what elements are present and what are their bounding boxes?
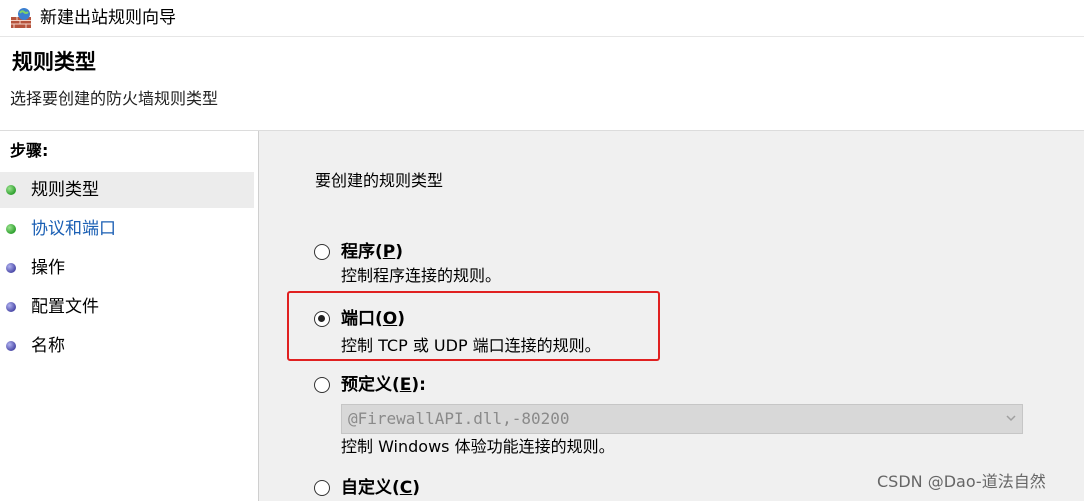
page-subtitle: 选择要创建的防火墙规则类型 <box>10 89 219 108</box>
step-label: 操作 <box>31 258 65 278</box>
port-option-label[interactable]: 端口(O) <box>341 308 405 330</box>
program-radio[interactable] <box>314 244 330 260</box>
page-title: 规则类型 <box>12 50 96 74</box>
window-title: 新建出站规则向导 <box>40 8 176 28</box>
wizard-header <box>0 37 1084 131</box>
step-name: 名称 <box>0 328 254 364</box>
step-protocol-and-ports[interactable]: 协议和端口 <box>0 211 254 247</box>
step-label: 配置文件 <box>31 297 99 317</box>
custom-option-label[interactable]: 自定义(C) <box>341 477 420 499</box>
watermark-text: CSDN @Dao-道法自然 <box>877 472 1046 491</box>
predefined-radio[interactable] <box>314 377 330 393</box>
chevron-down-icon <box>1006 415 1016 422</box>
steps-heading: 步骤: <box>10 141 49 160</box>
predefined-option-description: 控制 Windows 体验功能连接的规则。 <box>341 437 615 456</box>
step-label: 名称 <box>31 336 65 356</box>
custom-radio[interactable] <box>314 480 330 496</box>
program-option-description: 控制程序连接的规则。 <box>341 266 502 285</box>
status-dot-icon <box>6 263 16 273</box>
step-action: 操作 <box>0 250 254 286</box>
step-rule-type[interactable]: 规则类型 <box>0 172 254 208</box>
port-radio[interactable] <box>314 311 330 327</box>
status-dot-icon <box>6 341 16 351</box>
predefined-select-value: @FirewallAPI.dll,-80200 <box>348 409 570 428</box>
status-dot-icon <box>6 302 16 312</box>
step-label: 协议和端口 <box>31 219 116 239</box>
step-profile: 配置文件 <box>0 289 254 325</box>
port-option-description: 控制 TCP 或 UDP 端口连接的规则。 <box>341 336 601 355</box>
status-dot-icon <box>6 224 16 234</box>
predefined-option-label[interactable]: 预定义(E): <box>341 374 426 396</box>
rule-type-heading: 要创建的规则类型 <box>315 171 444 190</box>
firewall-icon <box>11 8 31 28</box>
program-option-label[interactable]: 程序(P) <box>341 241 403 263</box>
step-label: 规则类型 <box>31 180 99 200</box>
status-dot-icon <box>6 185 16 195</box>
